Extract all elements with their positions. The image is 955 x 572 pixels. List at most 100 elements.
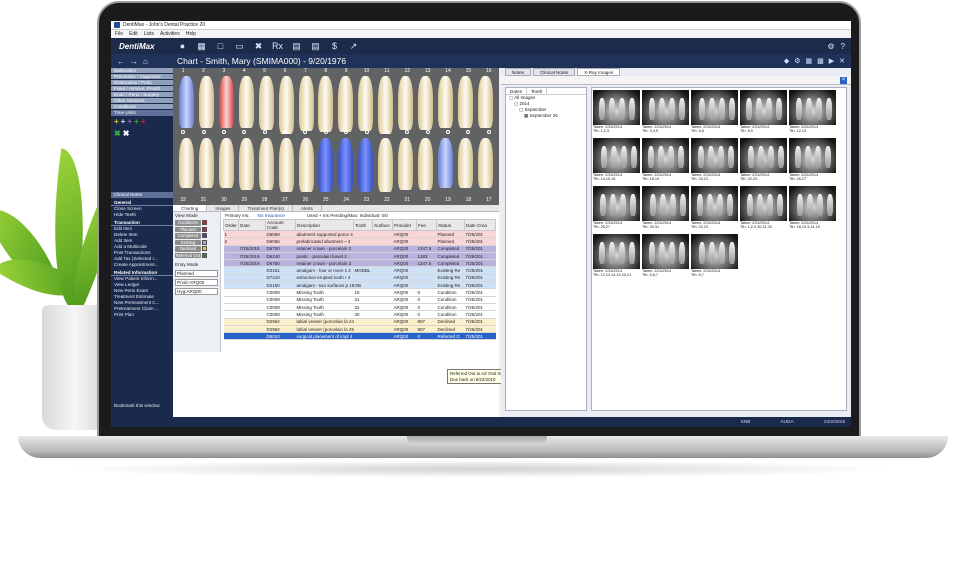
tooth-number[interactable]: 25: [316, 197, 336, 204]
xray-thumbnail[interactable]: Taken: 2/24/2014 Tth: 12,13: [789, 90, 836, 137]
status-circle[interactable]: [221, 130, 226, 134]
col-surface[interactable]: Surface: [372, 219, 393, 231]
tooth-number[interactable]: 5: [255, 68, 275, 75]
tooth-number[interactable]: 21: [397, 197, 417, 204]
col-status[interactable]: Status: [436, 219, 465, 231]
status-circle[interactable]: [344, 130, 349, 134]
table-row[interactable]: C0008 Missing Tooth 32 ARQ00 0 Condition 7/25/…: [223, 303, 496, 312]
view-referred-button[interactable]: Referred Out: [175, 252, 201, 258]
tab-teeth[interactable]: Teeth: [527, 88, 548, 94]
tooth-number[interactable]: 29: [234, 197, 254, 204]
tooth-29[interactable]: [238, 138, 254, 190]
col-date-created[interactable]: Date Crea: [464, 219, 496, 231]
calendar-icon[interactable]: ▦: [192, 38, 211, 54]
tooth-number[interactable]: 18: [458, 197, 478, 204]
provider-select[interactable]: Prvdr:ARQ00: [175, 279, 218, 286]
tooth-19[interactable]: [437, 138, 453, 188]
play-icon[interactable]: ▶: [829, 57, 834, 65]
xray-thumbnail[interactable]: Taken: 2/24/2014 Tth: 5,6,7: [642, 234, 689, 281]
sidebar-create-appointment[interactable]: Create Appointment...: [111, 262, 173, 268]
view-declined-button[interactable]: Declined: [175, 246, 201, 252]
tooth-number[interactable]: 16: [479, 68, 499, 75]
status-circle[interactable]: [181, 130, 186, 134]
x-mark-icon[interactable]: ✖: [123, 130, 130, 138]
table-row[interactable]: D2161 amalgam - four or more s 2 MODBL ARQ0…: [223, 266, 496, 275]
xray-thumbnail[interactable]: Taken: 2/24/2014 Tth: 20,21: [691, 138, 738, 185]
tooth-15[interactable]: [457, 76, 473, 128]
plus-icon[interactable]: +: [141, 118, 146, 126]
sidebar-bookmark[interactable]: Bookmark this window: [111, 403, 160, 409]
tooth-1[interactable]: [179, 76, 194, 128]
color-swatch[interactable]: [202, 246, 207, 252]
col-fee[interactable]: Fee: [416, 219, 437, 231]
tooth-number[interactable]: 12: [397, 68, 417, 75]
hygienist-select[interactable]: Hyg:ARQ00: [175, 288, 218, 295]
ledger-icon[interactable]: ▤: [287, 38, 306, 54]
tab-alerts[interactable]: Alerts: [293, 205, 322, 211]
tooth-number[interactable]: 31: [193, 197, 213, 204]
close-icon[interactable]: ✕: [839, 57, 845, 65]
tooth-number[interactable]: 3: [214, 68, 234, 75]
xray-thumbnail[interactable]: Taken: 2/24/2014 Tth: 30,31: [642, 186, 689, 233]
col-description[interactable]: Description: [295, 219, 354, 231]
tooth-20[interactable]: [418, 138, 434, 190]
status-circle[interactable]: [384, 130, 389, 134]
chart-icon[interactable]: ↗: [344, 38, 363, 54]
car-icon[interactable]: ◆: [784, 57, 789, 65]
tooth-number[interactable]: 15: [458, 68, 478, 75]
tooth-13[interactable]: [418, 76, 434, 130]
tooth-16[interactable]: [477, 76, 493, 128]
view-conditions-button[interactable]: Conditions: [175, 220, 201, 226]
tooth-22[interactable]: [378, 138, 394, 192]
col-provider[interactable]: Provider: [392, 219, 417, 231]
tooth-6[interactable]: [278, 76, 294, 134]
tooth-14[interactable]: [437, 76, 453, 128]
status-circle[interactable]: [446, 130, 451, 134]
tooth-5[interactable]: [258, 76, 274, 130]
xray-thumbnail[interactable]: Taken: 2/24/2014 Tth: 14,15,16: [593, 138, 640, 185]
status-circle[interactable]: [405, 130, 410, 134]
color-swatch[interactable]: [202, 233, 207, 239]
back-icon[interactable]: ←: [117, 57, 125, 66]
col-account-code[interactable]: Account Code: [265, 219, 296, 231]
table-row[interactable]: C0008 Missing Tooth 31 ARQ00 0 Condition 7/25/…: [223, 296, 496, 304]
help-icon[interactable]: ?: [841, 42, 845, 51]
folder-icon[interactable]: □: [211, 38, 230, 54]
status-circle[interactable]: [262, 130, 267, 134]
plus-icon[interactable]: +: [134, 118, 139, 126]
tooth-7[interactable]: [298, 76, 314, 131]
plus-icon[interactable]: +: [114, 118, 119, 126]
view-completed-button[interactable]: Completed: [175, 233, 201, 239]
tooth-10[interactable]: [358, 76, 374, 131]
menu-edit[interactable]: Edit: [129, 31, 138, 37]
x-mark-icon[interactable]: ✖: [114, 130, 121, 138]
tooth-number[interactable]: 8: [316, 68, 336, 75]
tooth-number[interactable]: 11: [377, 68, 397, 75]
status-circle[interactable]: [466, 130, 471, 134]
color-swatch[interactable]: [202, 252, 207, 258]
tooth-number[interactable]: 10: [356, 68, 376, 75]
tooth-number[interactable]: 4: [234, 68, 254, 75]
folder-open-icon[interactable]: ▭: [230, 38, 249, 54]
status-circle[interactable]: [323, 130, 328, 134]
tooth-8[interactable]: [318, 76, 334, 132]
grid-icon[interactable]: ▦: [805, 57, 812, 65]
view-planned-button[interactable]: Planned: [175, 226, 201, 232]
tooth-number[interactable]: 19: [438, 197, 458, 204]
tooth-number[interactable]: 1: [173, 68, 193, 75]
status-circle[interactable]: [283, 130, 288, 134]
tooth-24[interactable]: [338, 138, 354, 192]
tooth-25[interactable]: [318, 138, 334, 192]
tooth-number[interactable]: 7: [295, 68, 315, 75]
tooth-12[interactable]: [398, 76, 414, 130]
table-row[interactable]: C0008 Missing Tooth 30 ARQ00 0 Condition 7/25/…: [223, 310, 496, 319]
home-icon[interactable]: ⌂: [143, 57, 148, 66]
col-date[interactable]: Date: [238, 219, 266, 231]
tooth-21[interactable]: [398, 138, 414, 190]
tooth-number[interactable]: 13: [418, 68, 438, 75]
xray-thumbnail[interactable]: Taken: 2/24/2014 Tth: 22,23: [691, 186, 738, 233]
tooth-18[interactable]: [457, 138, 473, 188]
tooth-4[interactable]: [238, 76, 254, 128]
table-row[interactable]: 7/25/2019 D6240 pontic - porcelain fused 2…: [223, 252, 496, 261]
table-row[interactable]: D2150 amalgam - two surfaces p 18 OB ARQ00 E…: [223, 281, 496, 290]
